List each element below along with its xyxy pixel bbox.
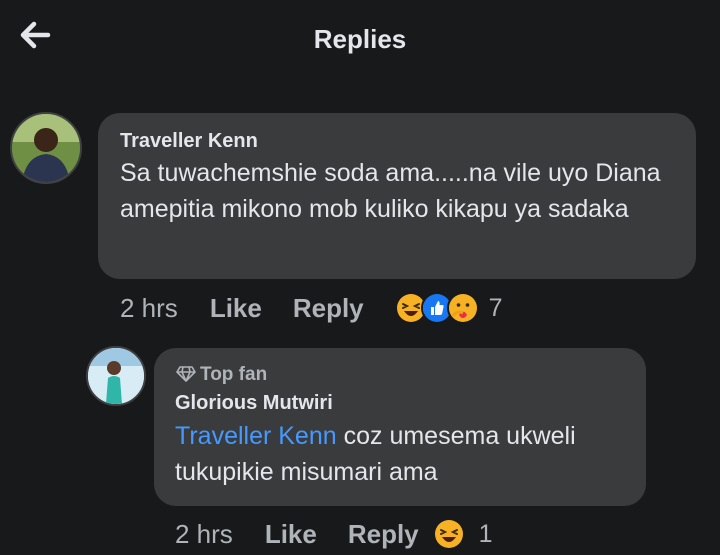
- comment-author[interactable]: Glorious Mutwiri: [175, 392, 333, 415]
- page-title: Replies: [313, 24, 407, 54]
- care-reaction-icon: [446, 292, 479, 324]
- avatar-photo: [88, 348, 144, 404]
- comment-author[interactable]: Traveller Kenn: [120, 130, 258, 153]
- avatar-photo: [12, 114, 80, 182]
- like-button[interactable]: Like: [210, 293, 262, 324]
- top-fan-label: Top fan: [200, 364, 268, 385]
- reaction-count[interactable]: 7: [489, 294, 503, 323]
- like-button[interactable]: Like: [265, 519, 317, 550]
- avatar[interactable]: [86, 346, 146, 406]
- diamond-icon: [176, 366, 196, 382]
- reply-bubble[interactable]: Top fan Glorious Mutwiri Traveller Kenn …: [154, 348, 646, 506]
- mention-link[interactable]: Traveller Kenn: [175, 422, 337, 450]
- reply-button[interactable]: Reply: [293, 293, 364, 324]
- reaction-count[interactable]: 1: [479, 520, 493, 549]
- comment-actions: 2 hrs Like Reply 7: [120, 288, 503, 328]
- comment-actions: 2 hrs Like Reply 1: [175, 514, 493, 554]
- comment-text: Traveller Kenn coz umesema ukweli tukupi…: [175, 418, 635, 490]
- reactions-summary[interactable]: [394, 292, 479, 324]
- comment-time[interactable]: 2 hrs: [120, 293, 178, 324]
- comment-time[interactable]: 2 hrs: [175, 519, 233, 550]
- reply-button[interactable]: Reply: [348, 519, 419, 550]
- avatar[interactable]: [10, 112, 82, 184]
- top-fan-badge: Top fan: [176, 364, 267, 386]
- reactions-summary[interactable]: [432, 518, 465, 550]
- top-bar: Replies: [0, 0, 720, 80]
- haha-reaction-icon: [432, 518, 465, 550]
- comment-text: Sa tuwachemshie soda ama.....na vile uyo…: [120, 159, 661, 223]
- comment-bubble[interactable]: Traveller Kenn Sa tuwachemshie soda ama.…: [98, 113, 696, 279]
